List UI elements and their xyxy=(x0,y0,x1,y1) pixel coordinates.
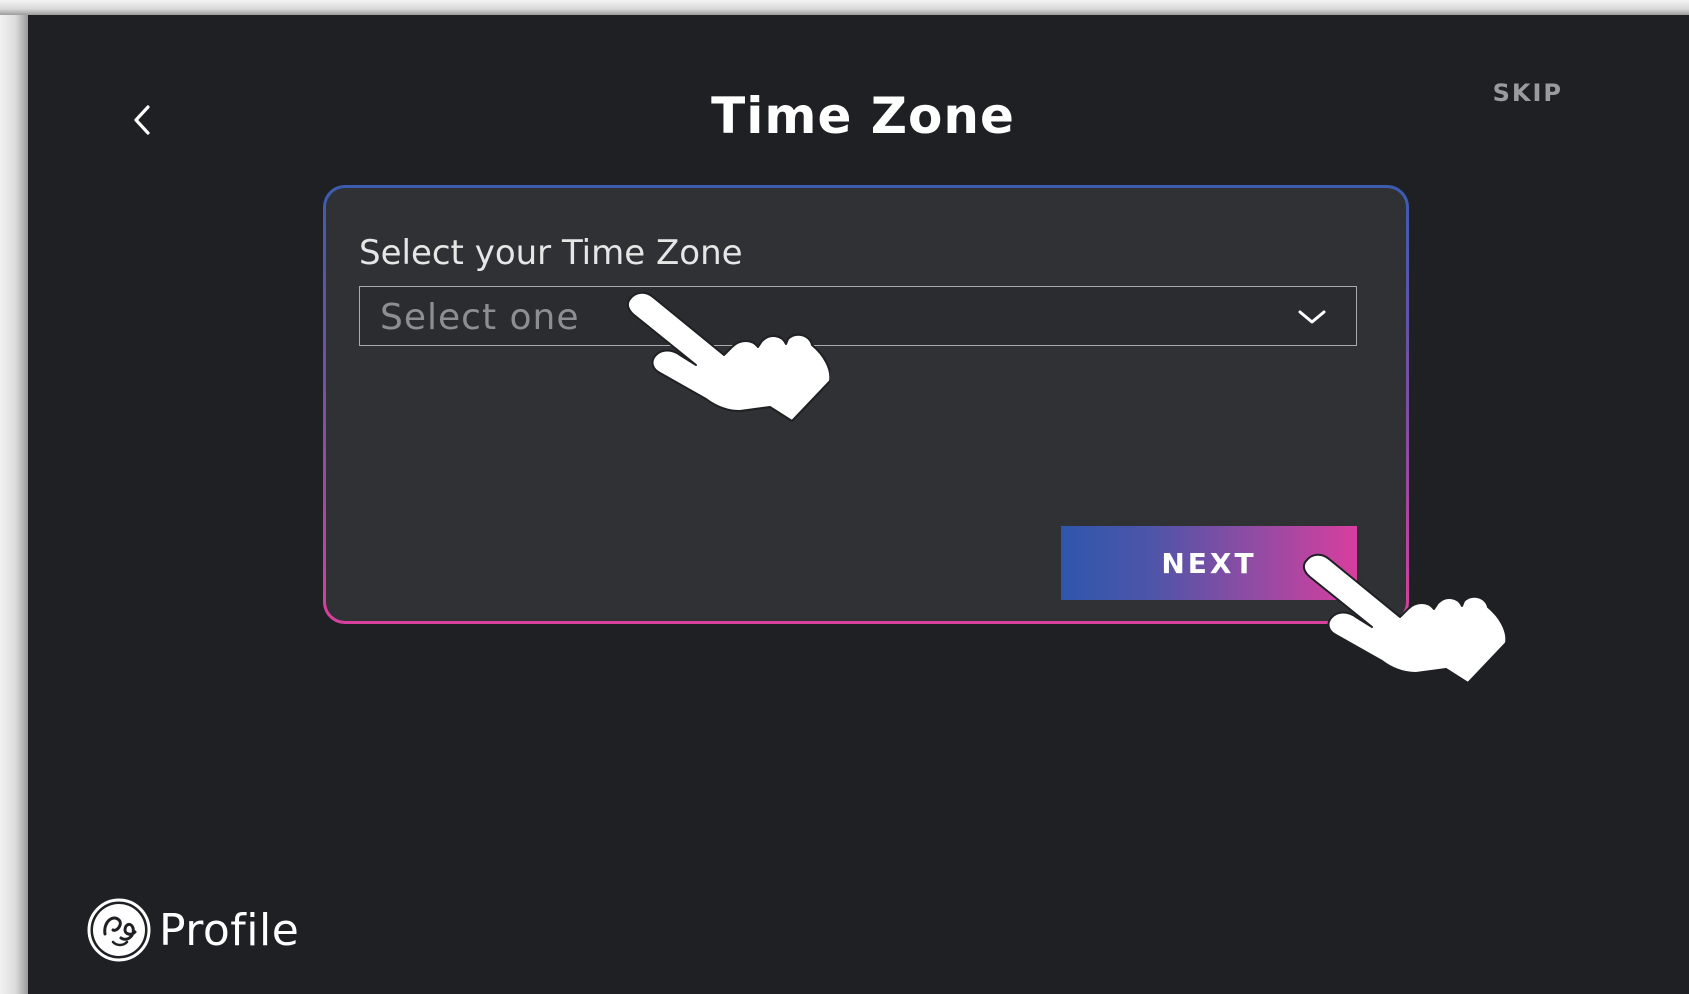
time-zone-select[interactable]: Select one xyxy=(359,286,1357,346)
card-body: Select your Time Zone Select one NEXT xyxy=(326,188,1406,621)
ge-monogram-icon xyxy=(87,898,151,962)
window-frame-left xyxy=(0,0,28,994)
time-zone-card: Select your Time Zone Select one NEXT xyxy=(323,185,1409,624)
time-zone-screen: Time Zone SKIP Select your Time Zone Sel… xyxy=(28,15,1689,994)
skip-button[interactable]: SKIP xyxy=(1483,79,1563,107)
window-frame-top xyxy=(0,0,1689,15)
brand-name: Profile xyxy=(159,904,300,956)
chevron-down-icon xyxy=(1298,310,1326,324)
page-title: Time Zone xyxy=(711,87,1015,145)
time-zone-label: Select your Time Zone xyxy=(359,233,743,273)
brand-logo: Profile xyxy=(87,895,299,965)
select-value: Select one xyxy=(380,297,580,338)
next-button[interactable]: NEXT xyxy=(1061,526,1357,600)
